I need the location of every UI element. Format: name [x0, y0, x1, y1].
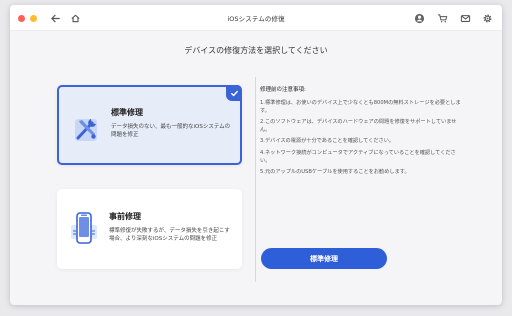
note-item: 1.標準修理は、お使いのデバイス上で少なくとも800Mの無料ストレージを必要とし…	[260, 100, 461, 114]
window-title: iOSシステムの修復	[227, 15, 285, 23]
app-window: iOSシステムの修復 デバイスの修復方法を選択してください 標準修理 データ損失…	[10, 5, 502, 305]
notes-panel: 修理前の注意事項: 1.標準修理は、お使いのデバイス上で少なくとも800Mの無料…	[260, 85, 465, 181]
checkmark-icon	[226, 85, 242, 101]
cart-icon[interactable]	[435, 11, 449, 25]
option-title: 事前修理	[109, 212, 141, 221]
note-item: 4.ネットワーク接続がコンピュータでアクティブになっていることを確認してください…	[260, 149, 456, 164]
note-item: 3.デバイスの電源が十分であることを確認してください。	[260, 138, 395, 145]
page-subtitle: デバイスの修復方法を選択してください	[184, 46, 328, 55]
tools-icon	[75, 119, 97, 141]
vertical-divider	[255, 77, 256, 282]
option-description: 標準修復が失敗するが、データ損失を引き起こす場合、より深刻なiOSシステムの問題…	[109, 228, 230, 242]
phone-repair-icon	[71, 212, 97, 244]
gear-icon[interactable]	[480, 11, 494, 25]
title-bar: iOSシステムの修復	[10, 5, 502, 31]
option-description: データ損失のない、最も一般的なiOSシステムの問題を修正	[111, 124, 231, 138]
standard-repair-button[interactable]: 標準修理	[261, 248, 387, 269]
advanced-repair-card[interactable]: 事前修理 標準修復が失敗するが、データ損失を引き起こす場合、より深刻なiOSシス…	[57, 189, 242, 269]
option-title: 標準修理	[111, 108, 143, 117]
notes-heading: 修理前の注意事項:	[260, 87, 306, 93]
note-item: 5.元のアップルのUSBケーブルを使用することをお勧めします。	[260, 169, 410, 176]
account-icon[interactable]	[412, 11, 426, 25]
standard-repair-card[interactable]: 標準修理 データ損失のない、最も一般的なiOSシステムの問題を修正	[57, 85, 242, 165]
mail-icon[interactable]	[458, 11, 472, 25]
note-item: 2.このソフトウェアは、デバイスのハードウェアの問題を修復をサポートしていません…	[260, 119, 457, 133]
